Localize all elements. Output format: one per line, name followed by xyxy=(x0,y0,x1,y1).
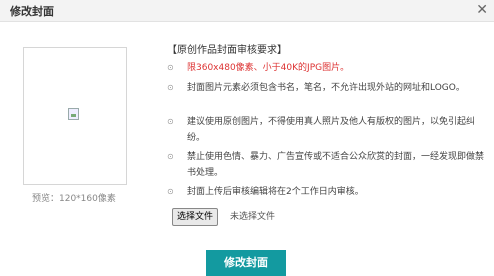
file-status: 未选择文件 xyxy=(230,212,276,222)
preview-caption: 预览：120*160像素 xyxy=(32,194,116,204)
requirement-text: 限360x480像素、小于40K的JPG图片。 xyxy=(187,63,350,73)
requirement-text: 建议使用原创图片，不得使用真人照片及他人有版权的图片，以免引起纠纷。 xyxy=(187,117,476,143)
bullet-icon: ⊙ xyxy=(167,187,174,196)
choose-file-button[interactable]: 选择文件 xyxy=(172,208,219,226)
requirements-heading: 【原创作品封面审核要求】 xyxy=(167,45,287,56)
requirement-text: 封面图片元素必须包含书名，笔名，不允许出现外站的网址和LOGO。 xyxy=(187,83,465,93)
bullet-icon: ⊙ xyxy=(167,117,174,126)
close-icon[interactable]: ✕ xyxy=(476,1,488,19)
dialog-title: 修改封面 xyxy=(10,5,54,18)
dialog-titlebar: 修改封面 ✕ xyxy=(0,0,494,22)
cover-preview xyxy=(23,47,127,185)
bullet-icon: ⊙ xyxy=(167,83,174,92)
requirement-text: 封面上传后审核编辑将在2个工作日内审核。 xyxy=(187,187,364,197)
requirement-text: 禁止使用色情、暴力、广告宣传或不适合公众欣赏的封面，一经发现即做禁书处理。 xyxy=(187,152,485,178)
bullet-icon: ⊙ xyxy=(167,152,174,161)
bullet-icon: ⊙ xyxy=(167,63,174,72)
submit-cover-button[interactable]: 修改封面 xyxy=(206,250,286,276)
broken-image-icon xyxy=(68,108,79,120)
